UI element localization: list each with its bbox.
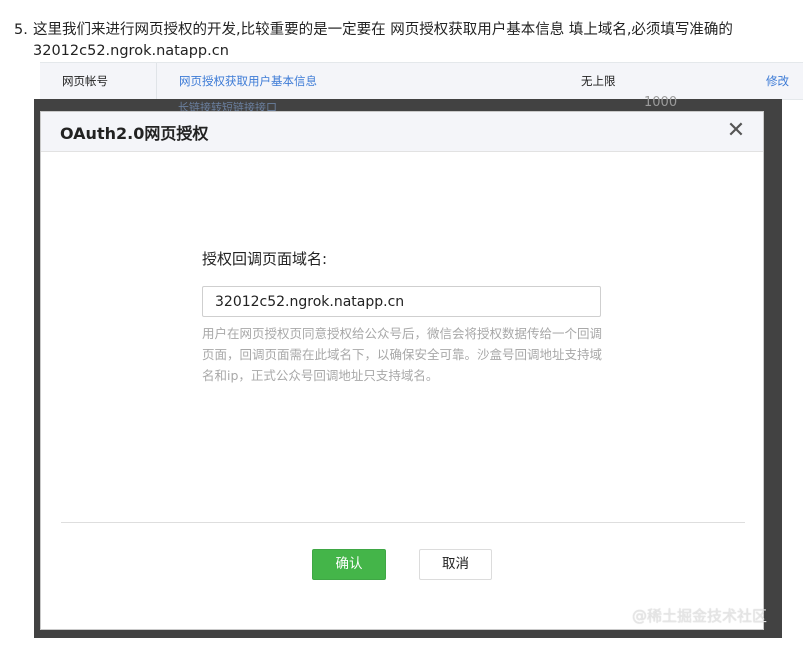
background-table-row: 网页帐号 网页授权获取用户基本信息 无上限 修改 bbox=[40, 62, 803, 100]
table-cell-account: 网页帐号 bbox=[62, 74, 108, 88]
dialog-header: OAuth2.0网页授权 ✕ bbox=[41, 112, 763, 152]
dialog-title: OAuth2.0网页授权 bbox=[60, 124, 209, 143]
step-paragraph: 5. 这里我们来进行网页授权的开发,比较重要的是一定要在 网页授权获取用户基本信… bbox=[14, 20, 794, 62]
step-number: 5. bbox=[14, 22, 28, 38]
oauth-dialog: OAuth2.0网页授权 ✕ 授权回调页面域名: 用户在网页授权页同意授权给公众… bbox=[40, 111, 764, 630]
confirm-button[interactable]: 确认 bbox=[312, 549, 386, 580]
domain-input[interactable] bbox=[202, 286, 601, 317]
domain-field-label: 授权回调页面域名: bbox=[202, 250, 328, 268]
overlay-ghost-value: 1000 bbox=[644, 95, 678, 110]
close-icon[interactable]: ✕ bbox=[725, 120, 747, 142]
cancel-button[interactable]: 取消 bbox=[419, 549, 492, 580]
domain-help-text: 用户在网页授权页同意授权给公众号后，微信会将授权数据传给一个回调页面，回调页面需… bbox=[202, 326, 603, 383]
table-cell-oauth-link[interactable]: 网页授权获取用户基本信息 bbox=[179, 73, 317, 89]
step-text: 这里我们来进行网页授权的开发,比较重要的是一定要在 网页授权获取用户基本信息 填… bbox=[33, 22, 733, 59]
watermark: @稀土掘金技术社区 bbox=[632, 607, 768, 625]
table-cell-modify-link[interactable]: 修改 bbox=[766, 73, 789, 89]
table-cell-limit: 无上限 bbox=[581, 74, 616, 88]
dialog-divider bbox=[61, 522, 745, 523]
table-column-divider bbox=[156, 63, 157, 99]
